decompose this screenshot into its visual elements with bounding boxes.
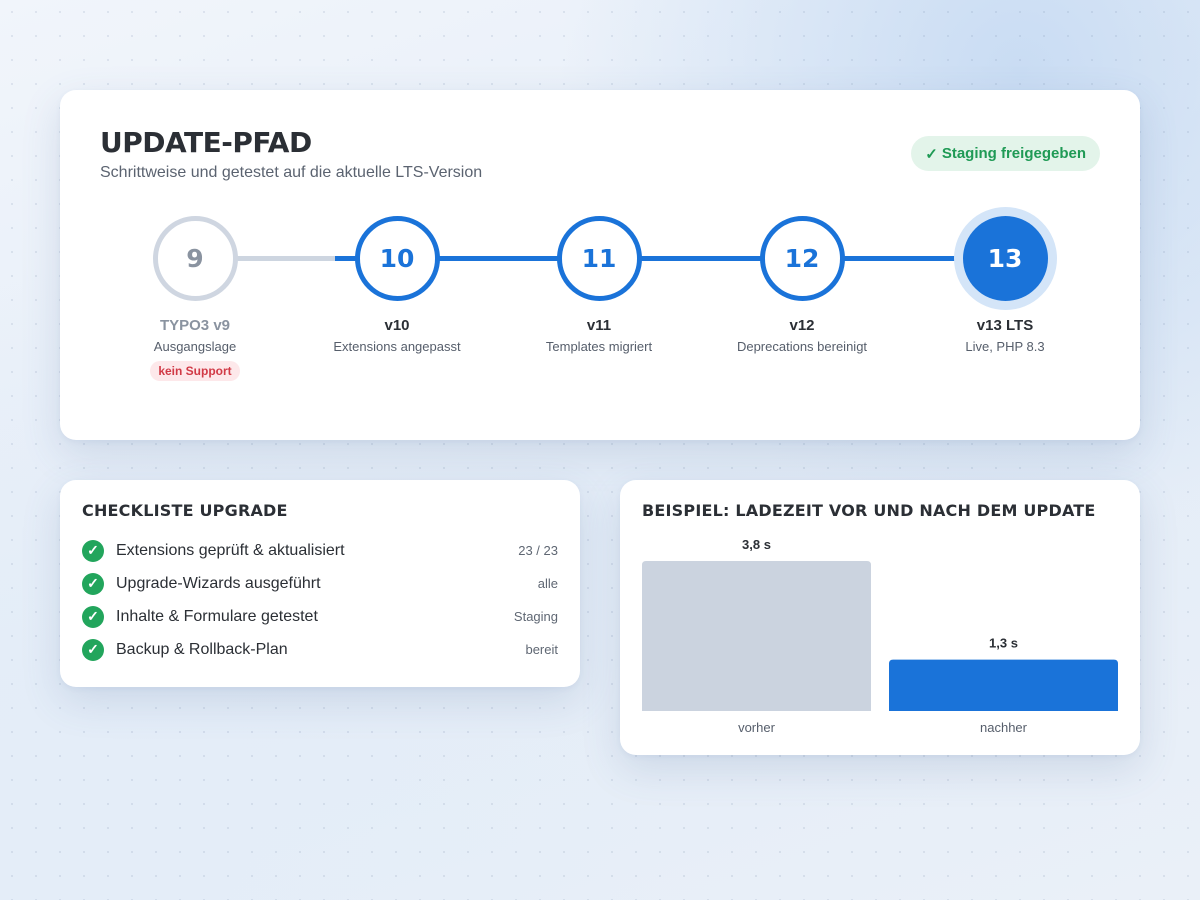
page-title: UPDATE-PFAD: [100, 126, 312, 159]
step-label: v12: [789, 317, 815, 334]
step-label: v11: [586, 317, 612, 334]
no-support-badge: kein Support: [150, 361, 240, 381]
step-description: Ausgangslage: [153, 339, 237, 354]
status-badge: ✓ Staging freigegeben: [911, 136, 1100, 171]
checklist-item-label: Upgrade-Wizards ausgeführt: [116, 574, 321, 592]
check-icon: ✓: [82, 572, 104, 595]
step-label: v10: [384, 317, 410, 334]
checklist-item-meta: alle: [537, 576, 558, 591]
page-subtitle: Schrittweise und getestet auf die aktuel…: [100, 164, 483, 181]
check-icon: ✓: [925, 145, 938, 163]
category-label: nachher: [980, 720, 1028, 735]
bar-value-label: 3,8 s: [742, 537, 771, 552]
step-description: Extensions angepasst: [333, 339, 461, 354]
update-path-card: UPDATE-PFAD Schrittweise und getestet au…: [60, 90, 1140, 440]
checklist-item-meta: 23 / 23: [518, 543, 558, 558]
check-icon: ✓: [82, 539, 104, 562]
checklist-item-label: Backup & Rollback-Plan: [116, 640, 288, 658]
step-description: Templates migriert: [545, 339, 653, 354]
step-description: Live, PHP 8.3: [965, 339, 1045, 354]
category-label: vorher: [738, 720, 776, 735]
step-v12: 12 v12 Deprecations bereinigt: [692, 216, 912, 354]
check-icon: ✓: [82, 638, 104, 661]
step-circle: 12: [759, 216, 845, 301]
checklist-item-meta: bereit: [525, 642, 558, 657]
step-circle: 9: [152, 216, 238, 301]
load-time-chart-card: BEISPIEL: LADEZEIT VOR UND NACH DEM UPDA…: [620, 480, 1140, 755]
checklist-item-label: Extensions geprüft & aktualisiert: [116, 541, 345, 559]
checklist-item: ✓ Upgrade-Wizards ausgeführt alle: [82, 567, 558, 600]
step-circle: 10: [354, 216, 440, 301]
step-circle: 13: [962, 216, 1048, 301]
step-circle: 11: [556, 216, 642, 301]
load-time-bar-chart: 3,8 s vorher 1,3 s nachher: [642, 537, 1118, 735]
step-v10: 10 v10 Extensions angepasst: [287, 216, 507, 354]
step-description: Deprecations bereinigt: [736, 339, 868, 354]
checklist-item: ✓ Extensions geprüft & aktualisiert 23 /…: [82, 534, 558, 567]
step-v9: 9 TYPO3 v9 Ausgangslage kein Support: [85, 216, 305, 381]
check-icon: ✓: [82, 605, 104, 628]
checklist-item-meta: Staging: [513, 609, 558, 624]
checklist-item-label: Inhalte & Formulare getestet: [116, 607, 318, 625]
step-v11: 11 v11 Templates migriert: [489, 216, 709, 354]
checklist-item: ✓ Inhalte & Formulare getestet Staging: [82, 600, 558, 633]
bar-value-label: 1,3 s: [989, 636, 1018, 651]
step-label: TYPO3 v9: [159, 317, 231, 334]
checklist-item: ✓ Backup & Rollback-Plan bereit: [82, 633, 558, 666]
checklist-title: CHECKLISTE UPGRADE: [82, 501, 288, 520]
step-label: v13 LTS: [976, 317, 1034, 334]
status-badge-label: Staging freigegeben: [941, 145, 1086, 162]
bar-nachher: [889, 659, 1118, 711]
bar-vorher: [642, 561, 871, 711]
checklist: ✓ Extensions geprüft & aktualisiert 23 /…: [82, 534, 558, 666]
checklist-card: CHECKLISTE UPGRADE ✓ Extensions geprüft …: [60, 480, 580, 687]
step-v13: 13 v13 LTS Live, PHP 8.3: [895, 216, 1115, 354]
